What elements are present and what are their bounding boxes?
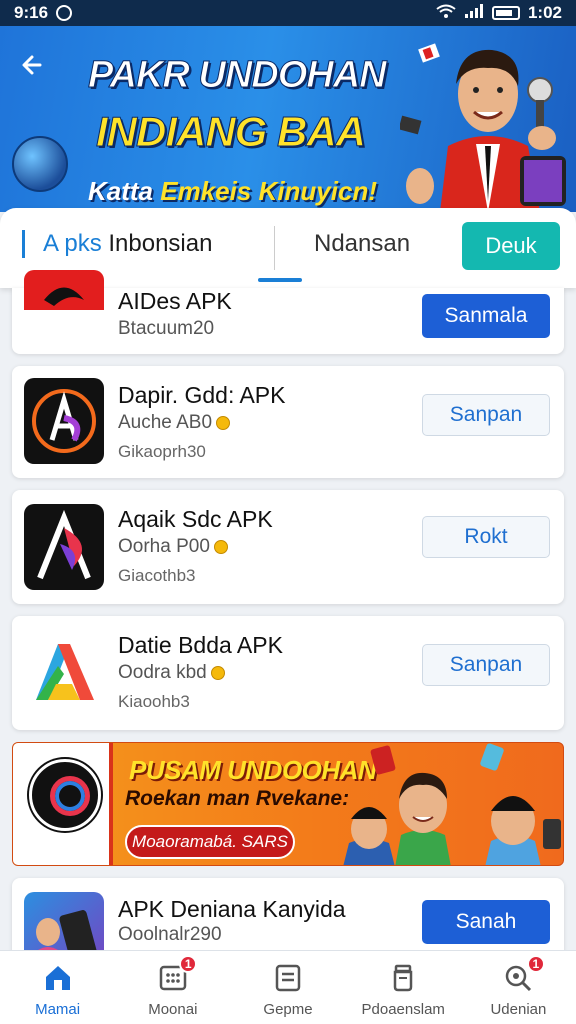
- app-card[interactable]: Datie Bdda APK Oodra kbd Kiaoohb3 Sanpan: [12, 616, 564, 730]
- sanpan-button[interactable]: Sanpan: [422, 644, 550, 686]
- jar-icon: [393, 964, 413, 992]
- nav-item-home[interactable]: Mamai: [0, 951, 115, 1024]
- tab-active-indicator: [258, 278, 302, 282]
- tab-ndansan[interactable]: Ndansan: [314, 230, 410, 258]
- app-name: Dapir. Gdd: APK: [118, 382, 286, 408]
- app-version: Ooolnalr290: [118, 924, 222, 945]
- nav-label: Pdoaenslam: [361, 1001, 445, 1018]
- nav-item-moonai[interactable]: 1 Moonai: [115, 951, 230, 1024]
- app-name: AIDes APK: [118, 288, 232, 314]
- coin-icon: [210, 666, 225, 680]
- app-version: Oorha P00: [118, 536, 228, 558]
- app-name: APK Deniana Kanyida: [118, 896, 346, 922]
- globe-icon: [12, 136, 68, 192]
- home-icon: [45, 966, 70, 990]
- tab-apks-indonesian[interactable]: A pks Inbonsian: [22, 230, 212, 258]
- status-clock: 1:02: [527, 3, 562, 22]
- app-card[interactable]: Dapir. Gdd: APK Auche AB0 Gikaoprh30 San…: [12, 366, 564, 478]
- hero-title-line2: INDIANG BAA: [96, 108, 367, 156]
- app-version-text: Oodra kbd: [118, 662, 207, 683]
- hero-banner: PAKR UNDOHAN INDIANG BAA Katta Emkeis Ki…: [0, 26, 576, 212]
- nav-label: Moonai: [148, 1001, 198, 1018]
- signal-icon: [464, 3, 484, 23]
- app-icon-aides: [24, 270, 104, 342]
- app-version-text: Oorha P00: [118, 536, 210, 557]
- tab-divider: [274, 226, 275, 270]
- app-version-text: Auche AB0: [118, 412, 213, 433]
- app-card[interactable]: Aqaik Sdc APK Oorha P00 Giacothb3 Rokt: [12, 490, 564, 604]
- promo-banner[interactable]: PUSAM UNDOOHAN Roekan man Rvekane: Moaor…: [12, 742, 564, 866]
- hero-subtitle-white: Katta: [88, 176, 154, 206]
- deuk-button[interactable]: Deuk: [462, 222, 560, 270]
- sanpan-button[interactable]: Sanpan: [422, 394, 550, 436]
- nav-label: Gepme: [263, 1001, 313, 1018]
- app-version: Oodra kbd: [118, 662, 225, 684]
- app-icon-dapir: [24, 378, 104, 464]
- coin-icon: [216, 416, 231, 430]
- app-meta: Giacothb3: [118, 566, 196, 585]
- app-meta: Kiaoohb3: [118, 692, 190, 711]
- presenter-illustration: [400, 43, 566, 212]
- app-card[interactable]: AIDes APK Btacuum20 Sanmala: [12, 270, 564, 354]
- bottom-navigation: Mamai 1 Moonai Gepme Pdoaenslam 1 Udenia…: [0, 950, 576, 1024]
- wifi-icon: [436, 3, 456, 23]
- promo-subtitle: Roekan man Rvekane:: [125, 787, 350, 810]
- app-version: Auche AB0: [118, 412, 231, 434]
- promo-logo-panel: [13, 743, 113, 865]
- nav-item-pdoaenslam[interactable]: Pdoaenslam: [346, 951, 461, 1024]
- coin-icon: [213, 540, 228, 554]
- battery-icon: [491, 6, 520, 20]
- app-version: Btacuum20: [118, 318, 215, 339]
- hero-subtitle: Katta Emkeis Kinuyicn!: [88, 176, 377, 207]
- status-bar: 9:16 1:02: [0, 0, 576, 26]
- map-pin-logo-icon: [29, 759, 101, 831]
- promo-kids-illustration: [343, 743, 561, 865]
- app-name: Datie Bdda APK: [118, 632, 283, 658]
- app-icon-datie: [24, 630, 104, 716]
- hero-subtitle-yellow: Emkeis Kinuyicn!: [160, 176, 377, 206]
- tab-1-highlight: A pks: [43, 230, 102, 257]
- back-arrow-icon[interactable]: [20, 48, 46, 87]
- nav-label: Mamai: [35, 1001, 81, 1018]
- app-meta: Gikaoprh30: [118, 442, 206, 461]
- sanmala-button[interactable]: Sanmala: [422, 294, 550, 338]
- rokt-button[interactable]: Rokt: [422, 516, 550, 558]
- promo-cta-button[interactable]: Moaoramabá. SARS: [125, 825, 295, 859]
- app-icon-aqaik: [24, 504, 104, 590]
- notification-badge: 1: [179, 955, 198, 973]
- notification-badge: 1: [526, 955, 545, 973]
- app-name: Aqaik Sdc APK: [118, 506, 273, 532]
- nav-item-udenian[interactable]: 1 Udenian: [461, 951, 576, 1024]
- sanah-button[interactable]: Sanah: [422, 900, 550, 944]
- nav-item-gepme[interactable]: Gepme: [230, 951, 345, 1024]
- nav-label: Udenian: [490, 1001, 547, 1018]
- list-icon: [275, 964, 301, 992]
- notification-icon: [56, 5, 73, 21]
- promo-title: PUSAM UNDOOHAN: [129, 755, 377, 785]
- status-time: 9:16: [14, 3, 49, 22]
- tab-1-rest: Inbonsian: [101, 230, 213, 257]
- hero-title-line1: PAKR UNDOHAN: [88, 54, 388, 97]
